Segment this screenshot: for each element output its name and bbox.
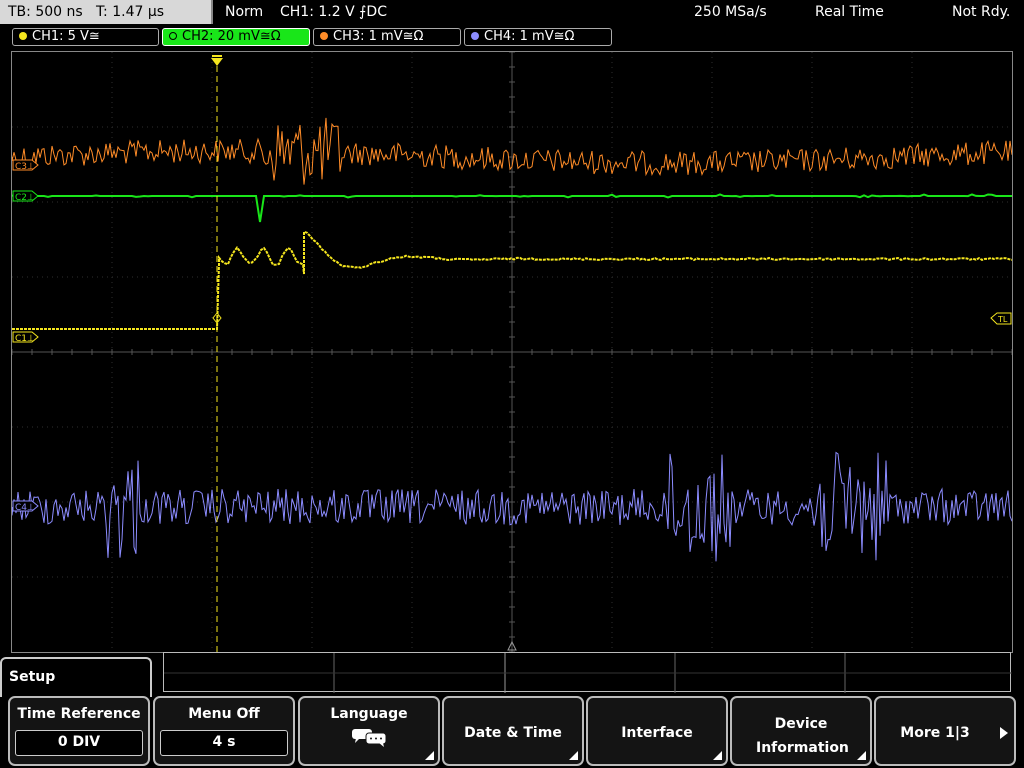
c4-marker-label: C4⊥ — [15, 503, 35, 513]
interface-label: Interface — [621, 725, 693, 741]
channel-tab-ch3[interactable]: CH3: 1 mV≅Ω — [313, 28, 461, 46]
channel-tab-ch1[interactable]: CH1: 5 V≅ — [12, 28, 159, 46]
trigger-time-label: T: 1.47 µs — [96, 4, 165, 20]
channel-tab-ch4[interactable]: CH4: 1 mV≅Ω — [464, 28, 612, 46]
ch3-color-icon — [320, 31, 328, 40]
time-reference-softkey[interactable]: Time Reference 0 DIV — [8, 696, 150, 766]
c3-marker-label: C3⊥ — [15, 162, 35, 172]
date-time-softkey[interactable]: Date & Time — [442, 696, 584, 766]
device-information-label: Device Information — [756, 716, 849, 756]
c1-ground-marker[interactable]: C1⊥ — [12, 331, 39, 344]
more-softkey[interactable]: More 1|3 — [874, 696, 1016, 766]
c3-ground-marker[interactable]: C3⊥ — [12, 159, 39, 172]
interface-softkey[interactable]: Interface — [586, 696, 728, 766]
c2-ground-marker[interactable]: C2⊥ — [12, 190, 39, 203]
ch1-label: CH1: 5 V≅ — [32, 29, 100, 44]
ch4-label: CH4: 1 mV≅Ω — [484, 29, 575, 44]
language-softkey[interactable]: Language — [298, 696, 440, 766]
trigger-position-marker-icon[interactable] — [211, 55, 223, 66]
submenu-corner-icon — [713, 751, 722, 760]
waveform-svg: C3⊥ C2⊥ C1⊥ C4⊥ TL — [12, 52, 1012, 652]
acquisition-state: Not Rdy. — [952, 4, 1011, 20]
ch2-color-icon — [169, 31, 177, 40]
trigger-mode[interactable]: Norm — [225, 0, 263, 24]
info-strip-grid — [164, 653, 1012, 693]
timebase-label: TB: 500 ns — [8, 4, 83, 20]
ch3-label: CH3: 1 mV≅Ω — [333, 29, 424, 44]
ch1-color-icon — [19, 31, 27, 40]
trigger-info[interactable]: CH1: 1.2 V ⨍DC — [280, 0, 387, 24]
submenu-corner-icon — [569, 751, 578, 760]
language-label: Language — [330, 706, 408, 722]
time-reference-value: 0 DIV — [15, 730, 143, 756]
time-reference-label: Time Reference — [17, 706, 141, 722]
waveform-display[interactable]: C3⊥ C2⊥ C1⊥ C4⊥ TL — [11, 51, 1013, 653]
menu-title: Setup — [0, 657, 152, 697]
c2-marker-label: C2⊥ — [15, 193, 35, 203]
trigger-level-label: TL — [997, 315, 1008, 324]
device-information-softkey[interactable]: Device Information — [730, 696, 872, 766]
submenu-corner-icon — [857, 751, 866, 760]
menu-off-label: Menu Off — [188, 706, 260, 722]
graticule — [12, 52, 1012, 652]
acquisition-mode: Real Time — [815, 4, 884, 20]
ch4-color-icon — [471, 31, 479, 40]
sample-rate: 250 MSa/s — [694, 4, 767, 20]
submenu-corner-icon — [425, 751, 434, 760]
date-time-label: Date & Time — [464, 725, 562, 741]
ch2-label: CH2: 20 mV≅Ω — [182, 29, 281, 44]
next-page-arrow-icon — [1000, 727, 1008, 739]
trigger-level-marker[interactable]: TL — [990, 312, 1012, 325]
c4-ground-marker[interactable]: C4⊥ — [12, 500, 39, 513]
more-label: More 1|3 — [900, 725, 970, 741]
timebase-box[interactable]: TB: 500 ns T: 1.47 µs — [0, 0, 213, 24]
channel-tab-ch2[interactable]: CH2: 20 mV≅Ω — [162, 28, 310, 46]
menu-off-value: 4 s — [160, 730, 288, 756]
menu-off-softkey[interactable]: Menu Off 4 s — [153, 696, 295, 766]
c1-marker-label: C1⊥ — [15, 334, 35, 344]
info-strip — [163, 652, 1012, 693]
speech-bubbles-icon — [352, 729, 387, 747]
